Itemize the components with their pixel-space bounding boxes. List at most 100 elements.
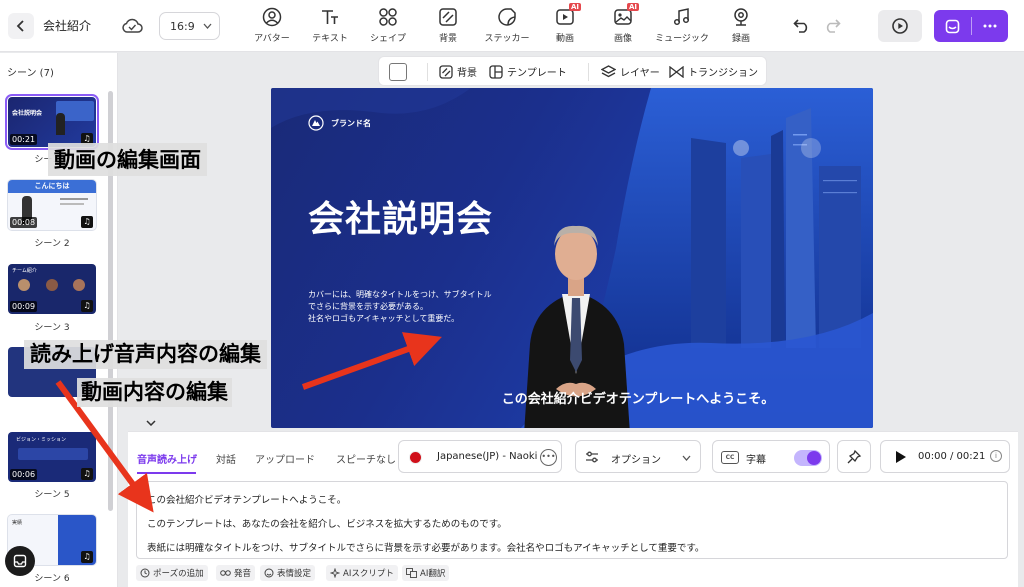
japan-flag-icon bbox=[409, 451, 422, 464]
pin-button[interactable] bbox=[837, 440, 871, 473]
canvas-subtitle-caption: この会社紹介ビデオテンプレートへようこそ。 bbox=[501, 392, 775, 407]
info-icon[interactable]: i bbox=[990, 450, 1002, 462]
thumb-icon-row bbox=[18, 448, 88, 460]
layer-button[interactable]: レイヤー bbox=[601, 64, 660, 79]
template-icon bbox=[489, 64, 503, 79]
back-button[interactable] bbox=[8, 13, 34, 39]
thumb-text-line bbox=[60, 203, 84, 205]
voice-select[interactable]: Japanese(JP) - Naoki ••• bbox=[398, 440, 562, 473]
expression-settings-button[interactable]: 表情設定 bbox=[260, 565, 316, 581]
ai-translate-button[interactable]: AI翻訳 bbox=[402, 565, 450, 581]
ai-badge: AI bbox=[626, 3, 639, 11]
thumb-title: 実績 bbox=[12, 520, 23, 526]
thumb-title: こんにちは bbox=[8, 180, 96, 193]
transition-label: トランジション bbox=[688, 68, 758, 79]
tab-dialogue[interactable]: 対話 bbox=[216, 451, 236, 466]
background-button[interactable]: 背景 bbox=[439, 64, 477, 79]
scene-thumbnail-3[interactable]: チーム紹介 00:09 ♫ bbox=[8, 264, 96, 314]
closed-caption-icon: CC bbox=[721, 451, 739, 464]
scene-label: シーン 5 bbox=[34, 490, 70, 500]
voice-script-panel: 音声読み上げ 対話 アップロード スピーチなし Japanese(JP) - N… bbox=[128, 431, 1018, 587]
project-title[interactable]: 会社紹介 bbox=[43, 17, 91, 34]
options-label: オプション bbox=[611, 455, 661, 466]
canvas-title[interactable]: 会社説明会 bbox=[308, 190, 493, 242]
scene-thumbnail-2[interactable]: こんにちは 00:08 ♫ bbox=[7, 179, 97, 231]
subtitles-control: CC 字幕 bbox=[712, 440, 830, 473]
pronunciation-button[interactable]: 発音 bbox=[216, 565, 256, 581]
scene-thumbnail-1[interactable]: 会社説明会 00:21 ♫ bbox=[5, 94, 99, 150]
chip-label: AI翻訳 bbox=[420, 569, 446, 579]
aspect-ratio-select[interactable]: 16:9 bbox=[159, 12, 220, 40]
play-circle-icon bbox=[892, 18, 908, 34]
sparkle-icon bbox=[330, 568, 340, 578]
tool-image[interactable]: AI 画像 bbox=[592, 3, 654, 47]
subtitles-toggle[interactable] bbox=[794, 450, 822, 466]
tool-avatar[interactable]: アバター bbox=[241, 7, 303, 47]
scene-canvas[interactable]: ブランド名 会社説明会 カバーには、明確なタイトルをつけ、サブタイトル でさらに… bbox=[271, 88, 873, 428]
image-icon: AI bbox=[613, 3, 639, 27]
chat-support-button[interactable] bbox=[5, 546, 35, 576]
tool-text[interactable]: テキスト bbox=[299, 7, 361, 47]
script-line[interactable]: 表紙には明確なタイトルをつけ、サブタイトルでさらに背景を示す必要があります。会社… bbox=[147, 540, 704, 554]
tab-upload[interactable]: アップロード bbox=[255, 451, 315, 466]
redo-button[interactable] bbox=[820, 15, 844, 37]
scene-context-toolbar: 背景 テンプレート レイヤー トランジション bbox=[378, 56, 767, 86]
preview-button[interactable] bbox=[878, 10, 922, 42]
scene-duration: 00:21 bbox=[10, 134, 38, 145]
tool-label: テキスト bbox=[312, 34, 348, 44]
tab-text-to-speech[interactable]: 音声読み上げ bbox=[137, 451, 197, 466]
transition-button[interactable]: トランジション bbox=[669, 64, 758, 79]
color-swatch-button[interactable] bbox=[389, 63, 407, 81]
options-dropdown[interactable]: オプション bbox=[575, 440, 701, 473]
ai-script-button[interactable]: AIスクリプト bbox=[326, 565, 398, 581]
chip-label: 発音 bbox=[234, 569, 252, 579]
chevron-down-icon bbox=[203, 23, 212, 29]
scene-count-title: シーン (7) bbox=[7, 68, 54, 79]
scene-thumbnail-5[interactable]: ビジョン・ミッション 00:06 ♫ bbox=[8, 432, 96, 482]
tool-label: ステッカー bbox=[484, 34, 530, 44]
chip-label: AIスクリプト bbox=[343, 569, 394, 579]
tool-sticker[interactable]: ステッカー bbox=[476, 7, 538, 47]
scene-duration: 00:09 bbox=[10, 301, 38, 312]
tool-background[interactable]: 背景 bbox=[417, 7, 479, 47]
annotation-voice-edit: 読み上げ音声内容の編集 bbox=[24, 340, 267, 369]
translate-icon bbox=[406, 568, 417, 578]
thumb-person bbox=[18, 279, 30, 291]
undo-button[interactable] bbox=[790, 15, 814, 37]
tool-music[interactable]: ミュージック bbox=[651, 7, 713, 47]
collapse-panel-button[interactable] bbox=[139, 415, 163, 431]
chevron-down-icon bbox=[146, 420, 156, 426]
export-button-group bbox=[934, 10, 1008, 42]
export-button[interactable] bbox=[934, 10, 971, 42]
chip-label: ポーズの追加 bbox=[153, 569, 204, 579]
undo-icon bbox=[793, 19, 808, 33]
brand-logo: ブランド名 bbox=[308, 115, 371, 131]
speech-script-editor[interactable]: この会社紹介ビデオテンプレートへようこそ。 このテンプレートは、あなたの会社を紹… bbox=[136, 481, 1008, 559]
background-icon bbox=[439, 64, 453, 79]
cloud-save-icon[interactable] bbox=[121, 16, 143, 36]
template-label: テンプレート bbox=[507, 68, 567, 79]
canvas-description[interactable]: カバーには、明確なタイトルをつけ、サブタイトル でさらに背景を示す必要がある。 … bbox=[308, 289, 492, 325]
add-pause-button[interactable]: ポーズの追加 bbox=[136, 565, 208, 581]
script-line[interactable]: この会社紹介ビデオテンプレートへようこそ。 bbox=[147, 492, 346, 506]
music-note-icon: ♫ bbox=[81, 551, 93, 563]
tab-no-speech[interactable]: スピーチなし bbox=[336, 451, 396, 466]
tool-record[interactable]: 録画 bbox=[710, 7, 772, 47]
sticker-icon bbox=[497, 7, 517, 27]
more-menu-button[interactable] bbox=[972, 10, 1008, 42]
playback-time: 00:00 / 00:21 bbox=[918, 451, 986, 462]
pin-icon bbox=[847, 449, 862, 463]
thumb-title: ビジョン・ミッション bbox=[16, 437, 67, 443]
tool-shapes[interactable]: シェイプ bbox=[357, 7, 419, 47]
scene-duration: 00:06 bbox=[10, 469, 38, 480]
thumb-person bbox=[73, 279, 85, 291]
music-note-icon: ♫ bbox=[81, 468, 93, 480]
script-line[interactable]: このテンプレートは、あなたの会社を紹介し、ビジネスを拡大するためのものです。 bbox=[147, 516, 507, 530]
more-options-icon[interactable]: ••• bbox=[540, 449, 557, 466]
smile-icon bbox=[264, 568, 274, 578]
save-tray-icon bbox=[945, 19, 960, 33]
tool-video[interactable]: AI 動画 bbox=[534, 3, 596, 47]
ai-badge: AI bbox=[568, 3, 581, 11]
template-button[interactable]: テンプレート bbox=[489, 64, 567, 79]
play-icon[interactable] bbox=[895, 450, 907, 464]
